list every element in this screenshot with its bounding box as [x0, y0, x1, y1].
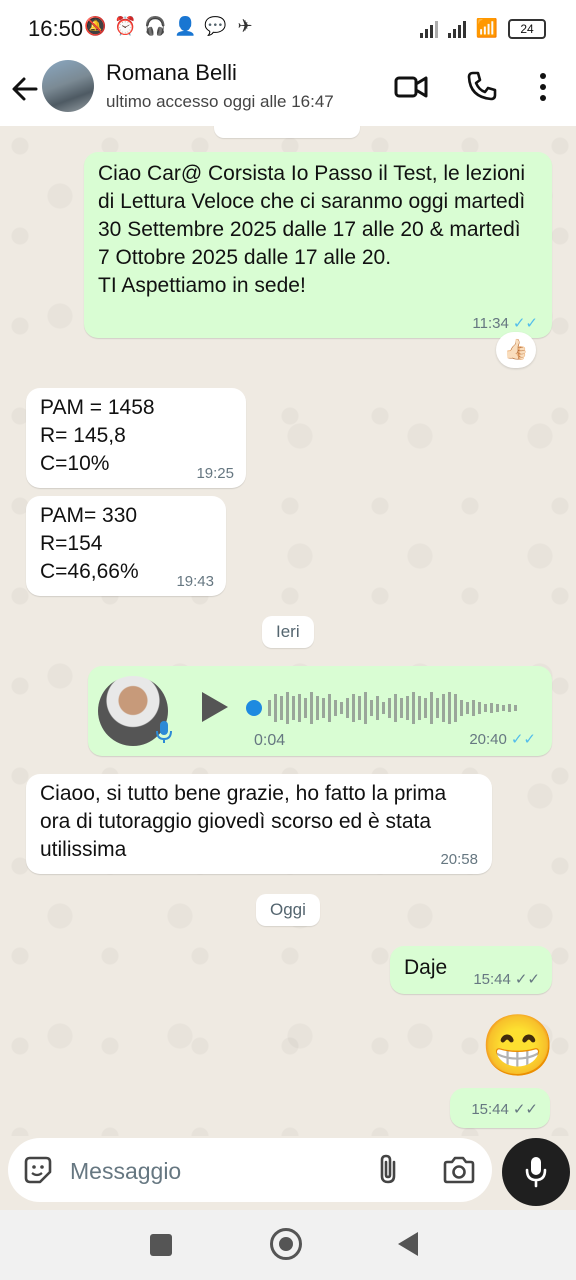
- message-text: Ciao Car@ Corsista Io Passo il Test, le …: [98, 162, 526, 297]
- double-tick-delivered-icon: ✓✓: [514, 971, 540, 988]
- signal-icon-2: [447, 20, 466, 38]
- incoming-message[interactable]: Ciaoo, si tutto bene grazie, ho fatto la…: [26, 774, 492, 874]
- mute-icon: 🔕: [84, 16, 107, 36]
- back-arrow-icon[interactable]: [10, 72, 40, 106]
- message-meta: 19:43: [176, 573, 214, 590]
- message-meta: 11:34 ✓✓: [472, 314, 538, 333]
- double-tick-delivered-icon: ✓✓: [512, 1101, 538, 1118]
- audio-waveform[interactable]: [246, 688, 536, 728]
- alarm-icon: ⏰: [114, 16, 137, 36]
- message-meta: 20:40 ✓✓: [469, 730, 536, 749]
- more-options-icon[interactable]: [532, 70, 554, 104]
- person-plus-icon: 👤: [174, 16, 197, 36]
- clock: 16:50: [28, 16, 84, 41]
- message-time: 15:44: [473, 970, 511, 988]
- outgoing-voice-message[interactable]: 0:04 20:40 ✓✓: [88, 666, 552, 756]
- microphone-icon: [156, 721, 172, 743]
- outgoing-message[interactable]: 15:44 ✓✓: [450, 1088, 550, 1128]
- message-text: Daje: [404, 956, 448, 979]
- message-meta: 15:44 ✓✓: [471, 1100, 538, 1119]
- message-text: PAM = 1458 R= 145,8 C=10%: [40, 396, 155, 475]
- headset-icon: 🎧: [144, 16, 167, 36]
- date-chip: Ieri: [262, 616, 314, 648]
- message-meta: 20:58: [440, 851, 478, 868]
- message-box: [8, 1138, 492, 1202]
- message-meta: 15:44 ✓✓: [473, 970, 540, 989]
- message-time: 20:58: [440, 851, 478, 868]
- voice-record-button[interactable]: [502, 1138, 570, 1206]
- message-time: 19:43: [176, 573, 214, 590]
- system-navigation-bar: [0, 1210, 576, 1280]
- message-meta: 19:25: [196, 465, 234, 482]
- message-time: 11:34: [472, 314, 509, 332]
- reaction-emoji: 👍🏻: [503, 339, 529, 361]
- chat-area[interactable]: Ciao Car@ Corsista Io Passo il Test, le …: [0, 126, 576, 1136]
- home-button[interactable]: [270, 1228, 302, 1260]
- play-icon[interactable]: [200, 690, 230, 724]
- emoji-sticker-icon[interactable]: [22, 1154, 54, 1186]
- double-tick-read-icon: ✓✓: [510, 731, 536, 748]
- camera-icon[interactable]: [442, 1155, 476, 1185]
- chat-icon: 💬: [204, 16, 227, 36]
- telegram-icon: ✈: [237, 16, 253, 36]
- emoji-message[interactable]: 😁: [480, 1008, 556, 1084]
- phone-call-icon[interactable]: [466, 70, 498, 102]
- recents-button[interactable]: [150, 1234, 172, 1256]
- last-seen-status: ultimo accesso oggi alle 16:47: [106, 92, 334, 111]
- reaction-badge[interactable]: 👍🏻: [496, 332, 536, 368]
- status-bar: 16:50 🔕 ⏰ 🎧 👤 💬 ✈ 📶 24: [0, 0, 576, 56]
- wifi-icon: 📶: [475, 18, 498, 38]
- double-tick-read-icon: ✓✓: [512, 315, 538, 332]
- message-input[interactable]: [68, 1150, 362, 1192]
- outgoing-message[interactable]: Daje 15:44 ✓✓: [390, 946, 552, 994]
- grinning-emoji: 😁: [480, 1012, 556, 1079]
- notification-icons: 🔕 ⏰ 🎧 👤 💬 ✈: [84, 16, 256, 37]
- signal-icon: [419, 20, 438, 38]
- system-indicators: 📶 24: [419, 18, 546, 39]
- battery-icon: 24: [508, 18, 546, 39]
- contact-name[interactable]: Romana Belli: [106, 60, 237, 86]
- chat-header: Romana Belli ultimo accesso oggi alle 16…: [0, 56, 576, 126]
- date-chip: Oggi: [256, 894, 320, 926]
- message-time: 19:25: [196, 465, 234, 482]
- contact-avatar[interactable]: [42, 60, 94, 112]
- back-button[interactable]: [398, 1232, 418, 1256]
- video-call-icon[interactable]: [394, 72, 428, 102]
- message-time: 20:40: [469, 730, 507, 748]
- paperclip-icon[interactable]: [374, 1152, 402, 1186]
- microphone-icon: [525, 1157, 547, 1188]
- incoming-message[interactable]: PAM= 330 R=154 C=46,66% 19:43: [26, 496, 226, 596]
- outgoing-message[interactable]: Ciao Car@ Corsista Io Passo il Test, le …: [84, 152, 552, 338]
- message-time: 15:44: [471, 1100, 509, 1118]
- voice-duration: 0:04: [254, 732, 286, 749]
- date-chip-partial: [214, 126, 360, 138]
- message-text: Ciaoo, si tutto bene grazie, ho fatto la…: [40, 782, 447, 861]
- compose-bar: [0, 1136, 576, 1210]
- incoming-message[interactable]: PAM = 1458 R= 145,8 C=10% 19:25: [26, 388, 246, 488]
